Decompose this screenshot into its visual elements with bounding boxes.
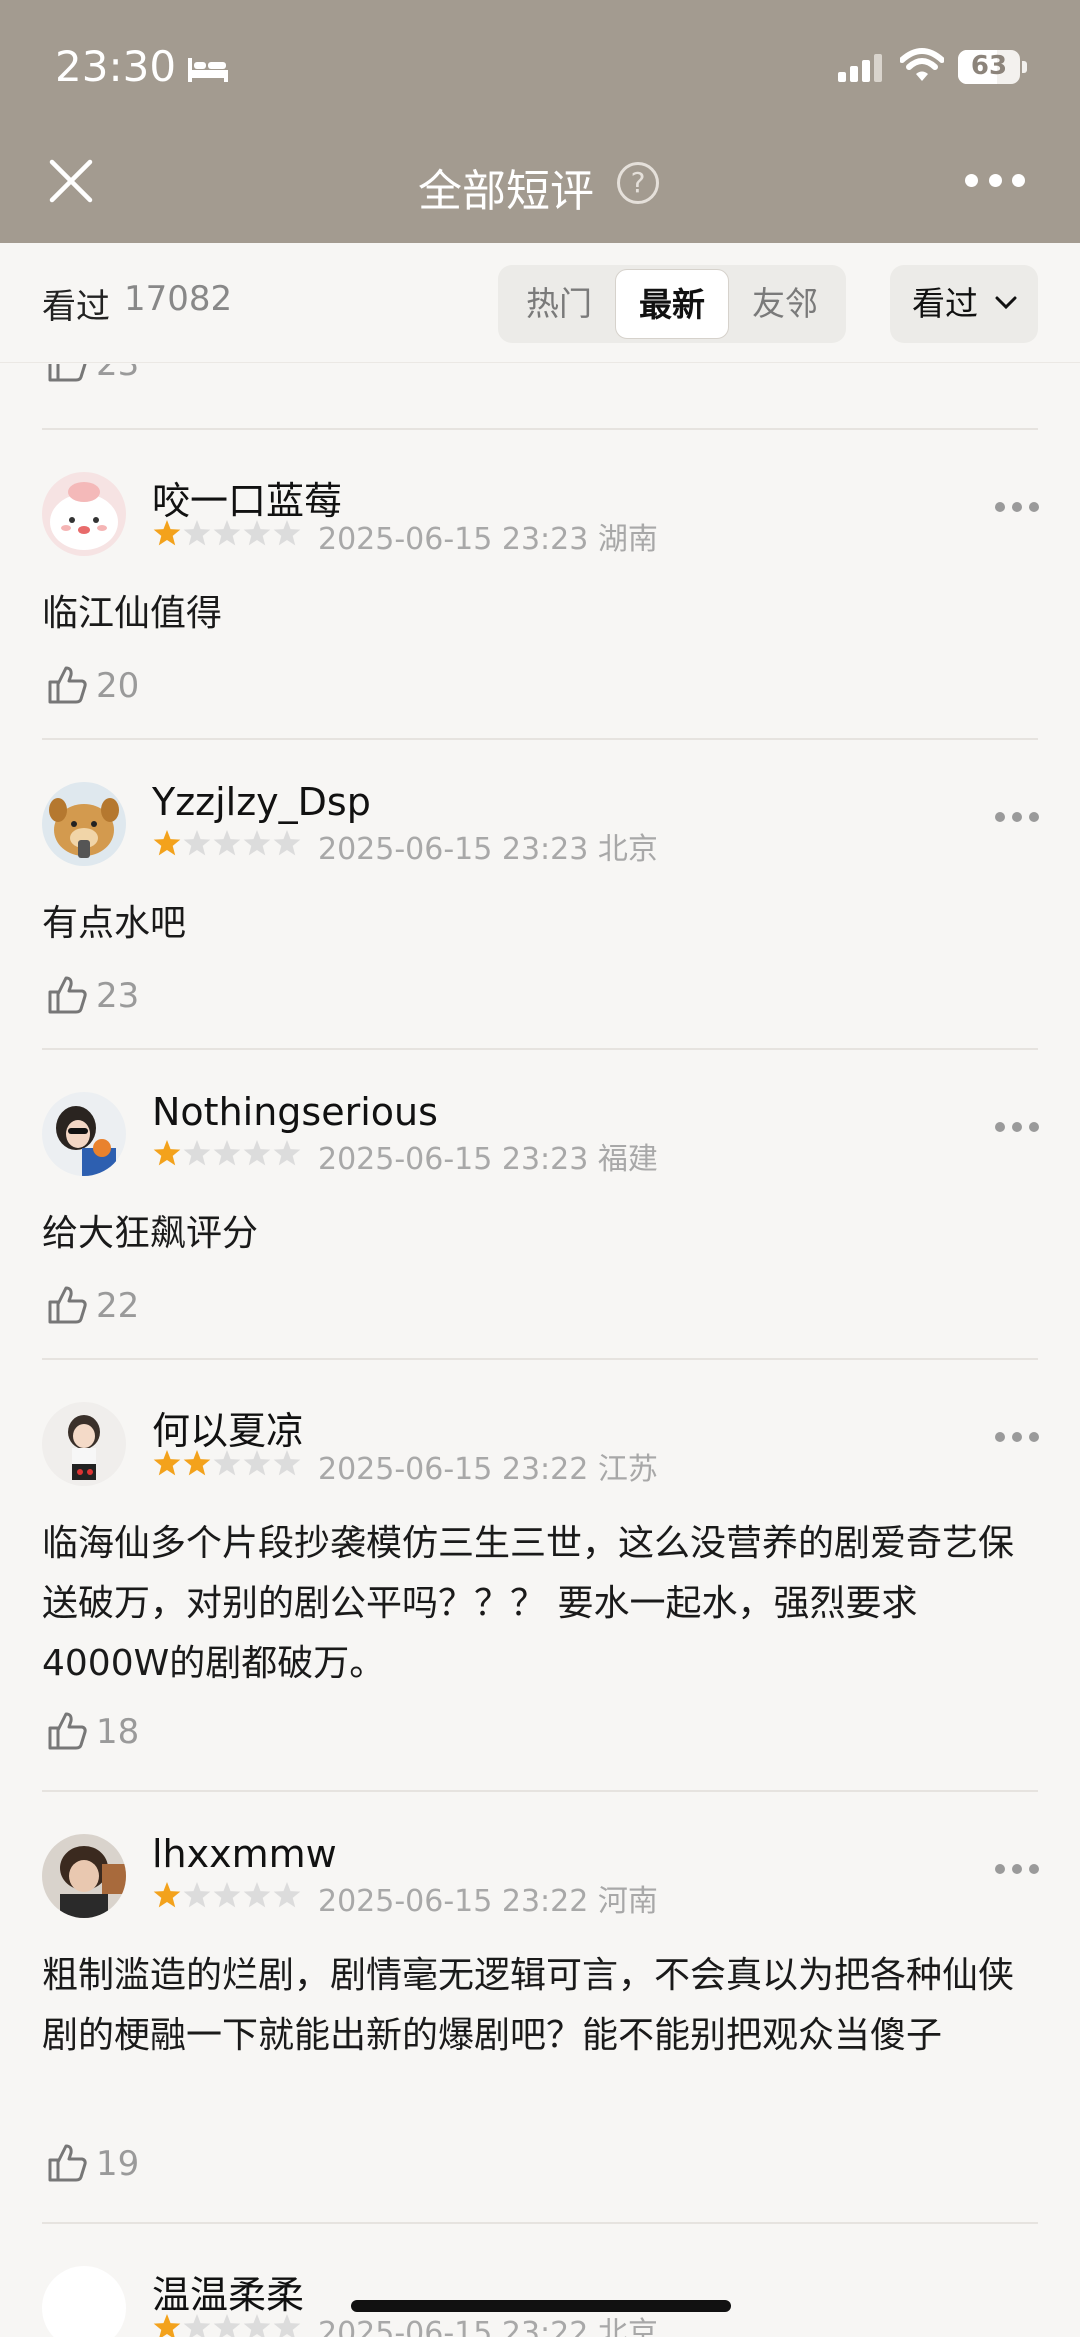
star-empty-icon <box>273 1140 301 1166</box>
divider <box>42 2222 1038 2224</box>
username[interactable]: 温温柔柔 <box>152 2264 304 2319</box>
sleep-focus-icon <box>188 58 228 82</box>
star-rating <box>153 1140 301 1166</box>
thumbs-up-icon <box>48 364 87 382</box>
comment-text: 有点水吧 <box>42 903 187 944</box>
seen-count: 17082 <box>124 279 233 319</box>
comment-text: 粗制滥造的烂剧，剧情毫无逻辑可言，不会真以为把各种仙侠剧的梗融一下就能出新的爆剧… <box>42 1955 1015 2056</box>
divider <box>42 428 1038 430</box>
avatar[interactable] <box>42 1402 126 1486</box>
star-filled-icon <box>153 1882 181 1908</box>
comment-text: 临江仙值得 <box>42 593 223 634</box>
star-filled-icon <box>153 830 181 856</box>
divider <box>42 1048 1038 1050</box>
tab-hot[interactable]: 热门 <box>502 269 616 339</box>
star-rating <box>153 1450 301 1476</box>
star-empty-icon <box>243 1450 271 1476</box>
tab-friends[interactable]: 友邻 <box>728 269 842 339</box>
star-empty-icon <box>273 830 301 856</box>
divider <box>42 1358 1038 1360</box>
star-empty-icon <box>213 520 241 546</box>
username[interactable]: Yzzjlzy_Dsp <box>152 780 371 824</box>
thumbs-up-icon <box>48 2144 87 2182</box>
divider <box>42 1790 1038 1792</box>
watched-filter-label: 看过 <box>912 284 978 323</box>
cellular-signal-icon <box>838 54 882 82</box>
thumbs-up-icon <box>48 1286 87 1324</box>
top-header: 23:30 63 全部短评 ? <box>0 0 1080 243</box>
comment-more-icon[interactable] <box>995 1432 1039 1444</box>
star-empty-icon <box>183 2314 211 2337</box>
star-empty-icon <box>213 830 241 856</box>
comment-meta: 2025-06-15 23:22 江苏 <box>318 1452 658 1487</box>
star-empty-icon <box>183 1882 211 1908</box>
comment-meta: 2025-06-15 23:23 福建 <box>318 1142 658 1177</box>
battery-indicator: 63 <box>958 50 1028 84</box>
avatar[interactable] <box>42 1092 126 1176</box>
comment-more-icon[interactable] <box>995 1122 1039 1134</box>
star-rating <box>153 2314 301 2337</box>
partial-comment: 23 <box>0 364 1080 428</box>
star-filled-icon <box>153 1140 181 1166</box>
avatar[interactable] <box>42 472 126 556</box>
comment-more-icon[interactable] <box>995 812 1039 824</box>
star-rating <box>153 830 301 856</box>
seen-label: 看过 <box>42 287 110 327</box>
star-empty-icon <box>183 520 211 546</box>
battery-percent: 63 <box>970 51 1008 81</box>
star-empty-icon <box>243 520 271 546</box>
filter-bar: 看过 17082 热门 最新 友邻 看过 <box>0 243 1080 363</box>
star-filled-icon <box>183 1450 211 1476</box>
chevron-down-icon <box>995 296 1017 310</box>
star-filled-icon <box>153 520 181 546</box>
comment-more-icon[interactable] <box>995 502 1039 514</box>
page-title: 全部短评 <box>418 166 594 217</box>
comment-more-icon[interactable] <box>995 1864 1039 1876</box>
username[interactable]: 咬一口蓝莓 <box>152 470 342 525</box>
star-empty-icon <box>213 1140 241 1166</box>
comment-meta: 2025-06-15 23:22 河南 <box>318 1884 658 1919</box>
star-filled-icon <box>153 2314 181 2337</box>
help-icon[interactable]: ? <box>617 162 659 204</box>
star-empty-icon <box>273 520 301 546</box>
star-empty-icon <box>213 1450 241 1476</box>
star-empty-icon <box>273 2314 301 2337</box>
star-empty-icon <box>213 2314 241 2337</box>
close-icon[interactable] <box>46 156 96 206</box>
star-empty-icon <box>183 1140 211 1166</box>
avatar[interactable] <box>42 2266 126 2337</box>
comment-meta: 2025-06-15 23:22 北京 <box>318 2316 658 2337</box>
star-empty-icon <box>243 830 271 856</box>
status-time: 23:30 <box>55 42 177 91</box>
comment-text: 给大狂飙评分 <box>42 1213 259 1254</box>
sort-tabs: 热门 最新 友邻 <box>498 265 846 343</box>
star-rating <box>153 520 301 546</box>
home-indicator[interactable] <box>351 2300 731 2312</box>
thumbs-up-icon <box>48 666 87 704</box>
username[interactable]: 何以夏凉 <box>152 1400 304 1455</box>
star-empty-icon <box>213 1882 241 1908</box>
star-filled-icon <box>153 1450 181 1476</box>
comment-meta: 2025-06-15 23:23 湖南 <box>318 522 658 557</box>
comment-meta: 2025-06-15 23:23 北京 <box>318 832 658 867</box>
star-empty-icon <box>183 830 211 856</box>
username[interactable]: Nothingserious <box>152 1090 438 1134</box>
star-empty-icon <box>243 1882 271 1908</box>
tab-latest[interactable]: 最新 <box>615 269 729 339</box>
star-empty-icon <box>243 2314 271 2337</box>
thumbs-up-icon <box>48 976 87 1014</box>
thumbs-up-icon <box>48 1712 87 1750</box>
star-rating <box>153 1882 301 1908</box>
divider <box>42 738 1038 740</box>
username[interactable]: lhxxmmw <box>152 1832 337 1876</box>
wifi-icon <box>900 48 944 81</box>
watched-filter-dropdown[interactable]: 看过 <box>890 265 1038 343</box>
star-empty-icon <box>243 1140 271 1166</box>
star-empty-icon <box>273 1882 301 1908</box>
avatar[interactable] <box>42 1834 126 1918</box>
star-empty-icon <box>273 1450 301 1476</box>
avatar[interactable] <box>42 782 126 866</box>
comment-text: 临海仙多个片段抄袭模仿三生三世，这么没营养的剧爱奇艺保送破万，对别的剧公平吗？？… <box>42 1523 1015 1684</box>
more-options-icon[interactable] <box>965 174 1025 190</box>
